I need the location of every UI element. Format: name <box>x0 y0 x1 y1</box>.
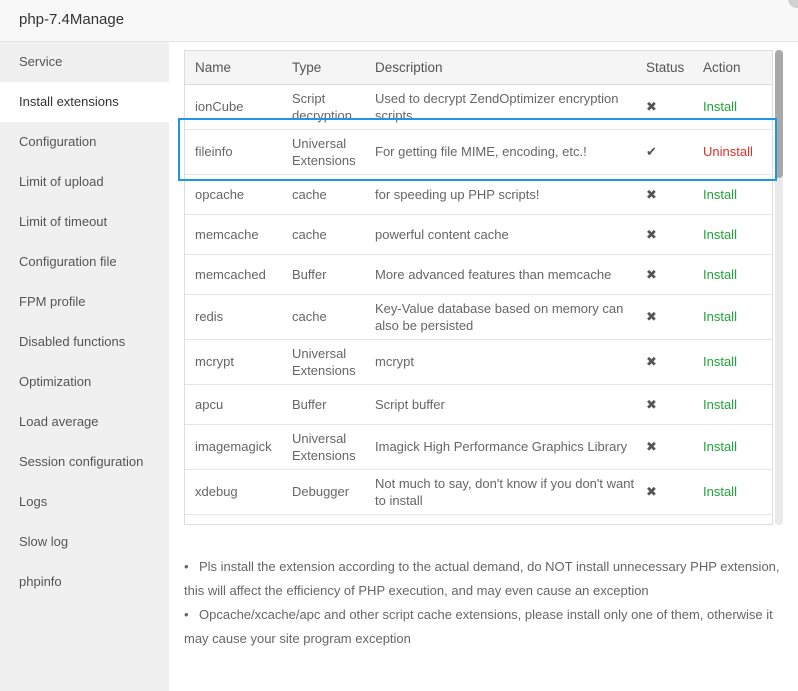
table-row <box>185 514 772 524</box>
install-button[interactable]: Install <box>703 397 737 412</box>
not-installed-icon: ✖ <box>646 396 657 412</box>
cell-name: redis <box>185 294 282 340</box>
notes-list: • Pls install the extension according to … <box>184 555 784 651</box>
cell-name: imagemagick <box>185 424 282 470</box>
cell-type: Universal Extensions <box>282 424 365 470</box>
bullet-icon: • <box>184 559 189 574</box>
not-installed-icon: ✖ <box>646 439 657 454</box>
cell-type: Universal Extensions <box>282 129 365 175</box>
sidebar-item-service[interactable]: Service <box>0 42 169 82</box>
cell-description: Not much to say, don't know if you don't… <box>365 469 636 515</box>
header-description: Description <box>365 51 636 85</box>
sidebar: Service Install extensions Configuration… <box>0 42 169 691</box>
extensions-table: Name Type Description Status Action ionC… <box>185 51 772 524</box>
table-row: imagemagick Universal Extensions Imagick… <box>185 424 772 470</box>
cell-type: cache <box>282 294 365 340</box>
note-item: • Pls install the extension according to … <box>184 555 784 603</box>
cell-description: Used to decrypt ZendOptimizer encryption… <box>365 84 636 130</box>
sidebar-item-phpinfo[interactable]: phpinfo <box>0 562 169 602</box>
sidebar-item-limit-of-upload[interactable]: Limit of upload <box>0 162 169 202</box>
install-button[interactable]: Install <box>703 227 737 242</box>
sidebar-item-slow-log[interactable]: Slow log <box>0 522 169 562</box>
sidebar-item-optimization[interactable]: Optimization <box>0 362 169 402</box>
not-installed-icon: ✖ <box>646 354 657 369</box>
table-row: memcache cache powerful content cache ✖ … <box>185 214 772 255</box>
cell-description: Key-Value database based on memory can a… <box>365 294 636 340</box>
not-installed-icon: ✖ <box>646 226 657 242</box>
cell-type: Buffer <box>282 254 365 295</box>
extensions-table-container[interactable]: Name Type Description Status Action ionC… <box>184 50 773 525</box>
table-scrollbar[interactable] <box>775 50 783 525</box>
not-installed-icon: ✖ <box>646 266 657 282</box>
table-scrollbar-thumb[interactable] <box>775 50 783 178</box>
cell-description: for speeding up PHP scripts! <box>365 174 636 215</box>
cell-type: Universal Extensions <box>282 339 365 385</box>
cell-name: xdebug <box>185 469 282 515</box>
sidebar-item-configuration[interactable]: Configuration <box>0 122 169 162</box>
cell-description: Imagick High Performance Graphics Librar… <box>365 424 636 470</box>
window-title: php-7.4Manage <box>19 11 125 28</box>
not-installed-icon: ✖ <box>646 309 657 324</box>
installed-check-icon: ✔ <box>646 144 657 159</box>
cell-type: Debugger <box>282 469 365 515</box>
bullet-icon: • <box>184 607 189 622</box>
note-text: Pls install the extension according to t… <box>184 559 780 598</box>
not-installed-icon: ✖ <box>646 484 657 499</box>
sidebar-item-install-extensions[interactable]: Install extensions <box>0 82 169 122</box>
close-icon[interactable] <box>788 0 798 8</box>
table-header-row: Name Type Description Status Action <box>185 51 772 85</box>
table-row: fileinfo Universal Extensions For gettin… <box>185 129 772 175</box>
cell-description: More advanced features than memcache <box>365 254 636 295</box>
cell-name: ionCube <box>185 84 282 130</box>
cell-type: cache <box>282 174 365 215</box>
note-text: Opcache/xcache/apc and other script cach… <box>184 607 773 646</box>
sidebar-item-load-average[interactable]: Load average <box>0 402 169 442</box>
window-titlebar: php-7.4Manage <box>0 0 798 42</box>
table-row: ionCube Script decryption Used to decryp… <box>185 84 772 130</box>
table-row: xdebug Debugger Not much to say, don't k… <box>185 469 772 515</box>
header-action: Action <box>693 51 772 85</box>
install-button[interactable]: Install <box>703 187 737 202</box>
header-status: Status <box>636 51 693 85</box>
cell-name: mcrypt <box>185 339 282 385</box>
sidebar-item-logs[interactable]: Logs <box>0 482 169 522</box>
table-row: apcu Buffer Script buffer ✖ Install <box>185 384 772 425</box>
table-row: opcache cache for speeding up PHP script… <box>185 174 772 215</box>
sidebar-item-disabled-functions[interactable]: Disabled functions <box>0 322 169 362</box>
table-row: mcrypt Universal Extensions mcrypt ✖ Ins… <box>185 339 772 385</box>
sidebar-item-configuration-file[interactable]: Configuration file <box>0 242 169 282</box>
sidebar-item-session-configuration[interactable]: Session configuration <box>0 442 169 482</box>
not-installed-icon: ✖ <box>646 186 657 202</box>
install-button[interactable]: Install <box>703 484 737 499</box>
cell-description: For getting file MIME, encoding, etc.! <box>365 129 636 175</box>
install-button[interactable]: Install <box>703 99 737 114</box>
cell-description: powerful content cache <box>365 214 636 255</box>
cell-name: memcache <box>185 214 282 255</box>
cell-description: mcrypt <box>365 339 636 385</box>
header-name: Name <box>185 51 282 85</box>
table-row: memcached Buffer More advanced features … <box>185 254 772 295</box>
install-button[interactable]: Install <box>703 354 737 369</box>
table-row: redis cache Key-Value database based on … <box>185 294 772 340</box>
install-button[interactable]: Install <box>703 439 737 454</box>
sidebar-item-fpm-profile[interactable]: FPM profile <box>0 282 169 322</box>
cell-name: memcached <box>185 254 282 295</box>
uninstall-button[interactable]: Uninstall <box>703 144 753 159</box>
install-button[interactable]: Install <box>703 267 737 282</box>
cell-name: opcache <box>185 174 282 215</box>
header-type: Type <box>282 51 365 85</box>
not-installed-icon: ✖ <box>646 99 657 114</box>
cell-type: Buffer <box>282 384 365 425</box>
cell-type: Script decryption <box>282 84 365 130</box>
sidebar-item-limit-of-timeout[interactable]: Limit of timeout <box>0 202 169 242</box>
cell-type: cache <box>282 214 365 255</box>
cell-description: Script buffer <box>365 384 636 425</box>
note-item: • Opcache/xcache/apc and other script cac… <box>184 603 784 651</box>
cell-name: apcu <box>185 384 282 425</box>
cell-name: fileinfo <box>185 129 282 175</box>
install-button[interactable]: Install <box>703 309 737 324</box>
